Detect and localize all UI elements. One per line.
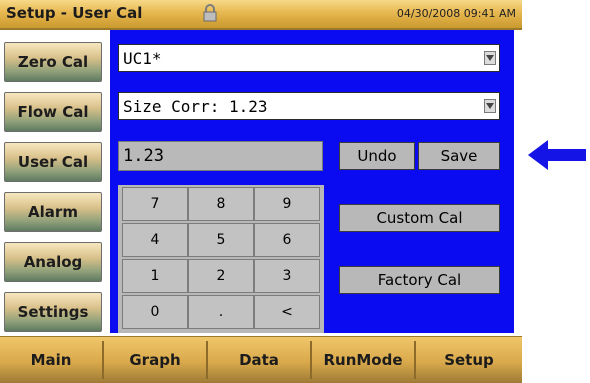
key-7[interactable]: 7	[122, 187, 188, 221]
title-bar: Setup - User Cal 04/30/2008 09:41 AM	[0, 0, 522, 30]
custom-cal-button[interactable]: Custom Cal	[339, 204, 500, 232]
datetime: 04/30/2008 09:41 AM	[396, 7, 516, 20]
tab-data[interactable]: Data	[208, 341, 312, 379]
tab-graph[interactable]: Graph	[104, 341, 208, 379]
numeric-keypad: 7 8 9 4 5 6 1 2 3 0 . <	[118, 185, 324, 333]
left-nav: Zero Cal Flow Cal User Cal Alarm Analog …	[0, 30, 108, 333]
key-label: 8	[216, 196, 226, 212]
chevron-down-icon[interactable]	[484, 99, 496, 113]
tab-label: Data	[239, 351, 279, 369]
key-6[interactable]: 6	[254, 223, 320, 257]
save-label: Save	[440, 147, 478, 165]
nav-zero-cal[interactable]: Zero Cal	[4, 42, 102, 82]
key-8[interactable]: 8	[188, 187, 254, 221]
key-label: 1	[150, 268, 160, 284]
size-corr-select[interactable]: Size Corr: 1.23	[118, 92, 500, 120]
cal-select[interactable]: UC1*	[118, 44, 500, 72]
tab-main[interactable]: Main	[0, 341, 104, 379]
key-3[interactable]: 3	[254, 259, 320, 293]
key-label: 2	[216, 268, 226, 284]
factory-cal-button[interactable]: Factory Cal	[339, 266, 500, 294]
nav-analog[interactable]: Analog	[4, 242, 102, 282]
save-button[interactable]: Save	[418, 142, 500, 170]
main-panel: UC1* Size Corr: 1.23 1.23 Undo Save Cust…	[110, 30, 514, 333]
value-entry-field[interactable]: 1.23	[118, 141, 323, 171]
key-backspace[interactable]: <	[254, 295, 320, 329]
key-label: 6	[282, 232, 292, 248]
nav-label: Alarm	[28, 203, 78, 221]
key-decimal[interactable]: .	[188, 295, 254, 329]
nav-alarm[interactable]: Alarm	[4, 192, 102, 232]
key-0[interactable]: 0	[122, 295, 188, 329]
window-title: Setup - User Cal	[6, 4, 143, 22]
cal-select-value: UC1*	[123, 49, 162, 68]
key-4[interactable]: 4	[122, 223, 188, 257]
key-label: 5	[216, 232, 226, 248]
size-corr-value: Size Corr: 1.23	[123, 97, 268, 116]
key-9[interactable]: 9	[254, 187, 320, 221]
left-arrow-icon	[528, 138, 586, 172]
key-label: .	[218, 304, 224, 320]
key-2[interactable]: 2	[188, 259, 254, 293]
nav-label: Analog	[23, 253, 83, 271]
tab-label: Setup	[444, 351, 494, 369]
factory-cal-label: Factory Cal	[377, 271, 462, 289]
custom-cal-label: Custom Cal	[376, 209, 463, 227]
key-label: 9	[282, 196, 292, 212]
chevron-down-icon[interactable]	[484, 51, 496, 65]
lock-icon	[203, 4, 217, 22]
tab-setup[interactable]: Setup	[416, 341, 522, 379]
nav-label: Flow Cal	[17, 103, 89, 121]
nav-label: Settings	[17, 303, 89, 321]
key-label: <	[281, 304, 293, 320]
device-screen: Setup - User Cal 04/30/2008 09:41 AM Zer…	[0, 0, 522, 383]
entry-value: 1.23	[123, 146, 164, 166]
nav-flow-cal[interactable]: Flow Cal	[4, 92, 102, 132]
nav-label: Zero Cal	[17, 53, 89, 71]
tab-runmode[interactable]: RunMode	[312, 341, 416, 379]
nav-label: User Cal	[17, 153, 89, 171]
tab-label: RunMode	[323, 351, 403, 369]
key-label: 3	[282, 268, 292, 284]
tab-label: Main	[30, 351, 72, 369]
tab-label: Graph	[129, 351, 181, 369]
bottom-tab-bar: Main Graph Data RunMode Setup	[0, 336, 522, 383]
undo-button[interactable]: Undo	[339, 142, 415, 170]
key-label: 7	[150, 196, 160, 212]
key-label: 0	[150, 304, 160, 320]
nav-settings[interactable]: Settings	[4, 292, 102, 332]
key-1[interactable]: 1	[122, 259, 188, 293]
key-label: 4	[150, 232, 160, 248]
nav-user-cal[interactable]: User Cal	[4, 142, 102, 182]
undo-label: Undo	[357, 147, 397, 165]
key-5[interactable]: 5	[188, 223, 254, 257]
